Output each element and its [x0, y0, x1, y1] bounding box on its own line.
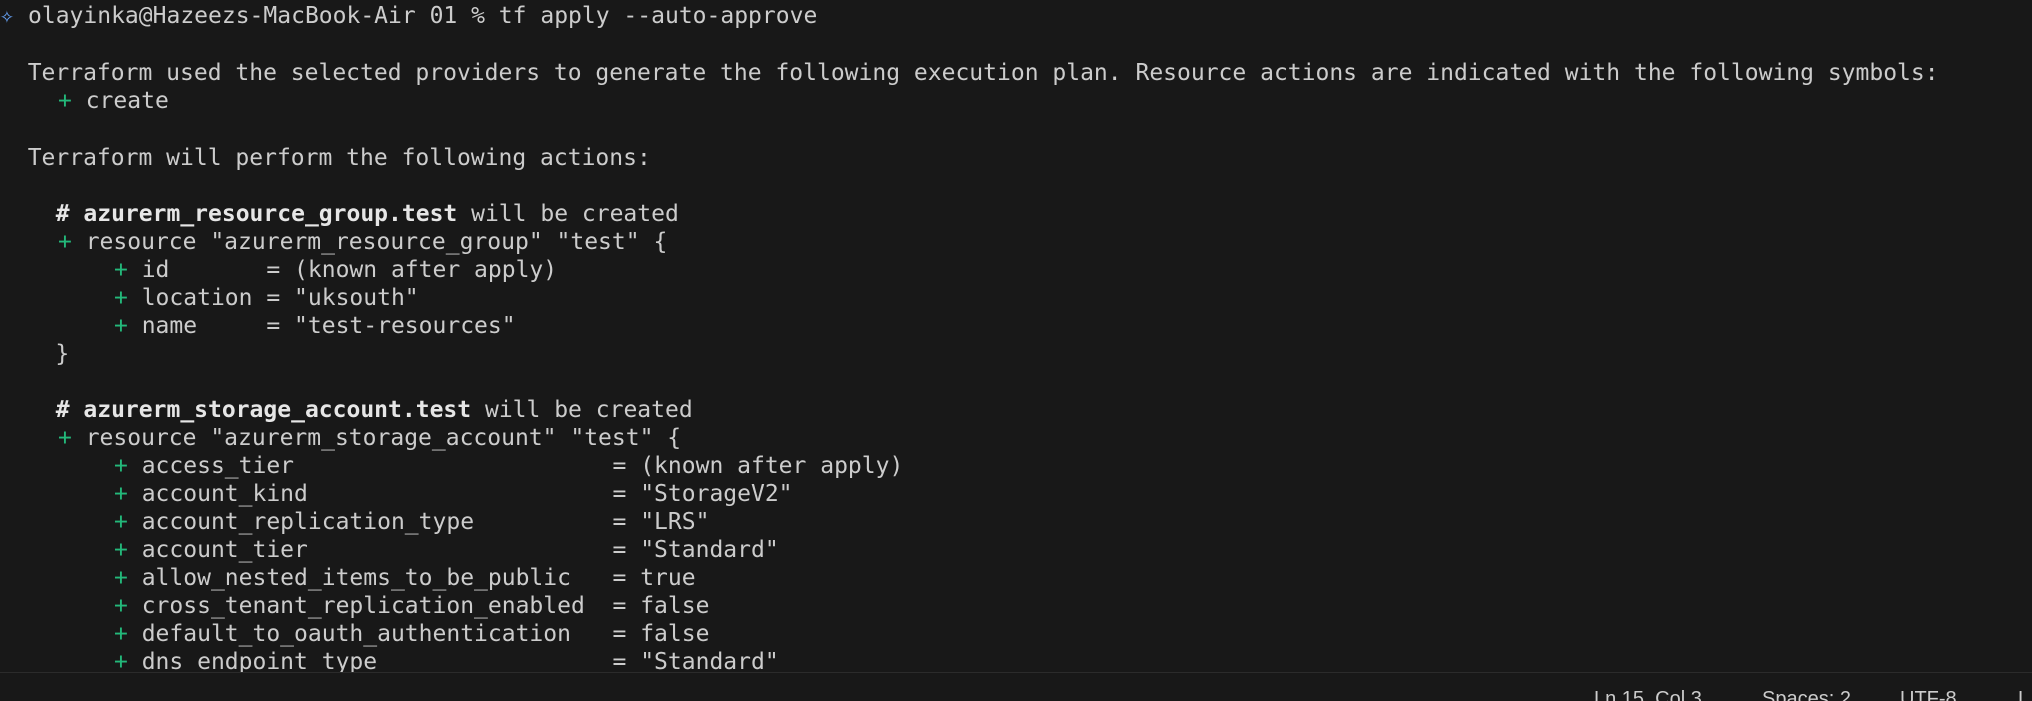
attr-text: account_tier = "Standard"	[127, 537, 779, 563]
resource-address: azurerm_storage_account.test	[83, 397, 472, 423]
rg-attr-row: + location = "uksouth"	[114, 284, 419, 312]
hash-mark: #	[28, 201, 84, 227]
attr-text: id = (known after apply)	[127, 257, 558, 283]
attr-text: access_tier = (known after apply)	[127, 453, 904, 479]
prompt-line: ✧ olayinka@Hazeezs-MacBook-Air 01 % tf ap…	[0, 2, 817, 30]
line-ending-setting[interactable]: L	[2018, 687, 2029, 701]
plus-symbol: +	[114, 565, 128, 591]
plus-symbol: +	[114, 257, 128, 283]
actions-line: Terraform will perform the following act…	[0, 145, 651, 171]
sa-attr-row: + access_tier = (known after apply)	[114, 452, 903, 480]
plus-symbol: +	[114, 593, 128, 619]
sparkle-icon: ✧	[0, 3, 14, 29]
indentation-setting[interactable]: Spaces: 2	[1762, 687, 1851, 701]
rg-header: + resource "azurerm_resource_group" "tes…	[58, 228, 667, 256]
sa-attr-row: + cross_tenant_replication_enabled = fal…	[114, 592, 709, 620]
sa-attr-row: + allow_nested_items_to_be_public = true	[114, 564, 696, 592]
resource-header: resource "azurerm_storage_account" "test…	[71, 425, 682, 451]
sa-attr-row: + account_replication_type = "LRS"	[114, 508, 709, 536]
attr-text: dns_endpoint_type = "Standard"	[127, 649, 779, 672]
status-bar: Ln 15, Col 3 Spaces: 2 UTF-8 L	[0, 672, 2032, 701]
create-label: create	[71, 88, 169, 114]
attr-text: location = "uksouth"	[127, 285, 419, 311]
resource-address: azurerm_resource_group.test	[83, 201, 458, 227]
attr-text: account_kind = "StorageV2"	[127, 481, 793, 507]
encoding-setting[interactable]: UTF-8	[1900, 687, 1957, 701]
attr-text: cross_tenant_replication_enabled = false	[127, 593, 710, 619]
resource-status: will be created	[457, 201, 679, 227]
rg-attr-row: + name = "test-resources"	[114, 312, 516, 340]
attr-text: default_to_oauth_authentication = false	[127, 621, 710, 647]
sa-attr-row: + account_kind = "StorageV2"	[114, 480, 793, 508]
plus-symbol: +	[114, 509, 128, 535]
plus-symbol: +	[58, 425, 72, 451]
attr-text: allow_nested_items_to_be_public = true	[127, 565, 696, 591]
plus-symbol: +	[114, 649, 128, 672]
sa-comment: # azurerm_storage_account.test will be c…	[28, 396, 693, 424]
cursor-position[interactable]: Ln 15, Col 3	[1594, 687, 1702, 701]
attr-text: account_replication_type = "LRS"	[127, 509, 710, 535]
sa-attr-row: + dns_endpoint_type = "Standard"	[114, 648, 779, 672]
plus-symbol: +	[114, 537, 128, 563]
prompt-command: olayinka@Hazeezs-MacBook-Air 01 % tf app…	[28, 3, 818, 29]
plus-symbol: +	[58, 229, 72, 255]
plus-symbol: +	[58, 88, 72, 114]
plus-symbol: +	[114, 481, 128, 507]
resource-header: resource "azurerm_resource_group" "test"…	[71, 229, 668, 255]
sa-attr-row: + account_tier = "Standard"	[114, 536, 779, 564]
terminal-panel[interactable]: ✧ olayinka@Hazeezs-MacBook-Air 01 % tf ap…	[0, 0, 2032, 672]
plus-symbol: +	[114, 621, 128, 647]
sa-header: + resource "azurerm_storage_account" "te…	[58, 424, 681, 452]
rg-comment: # azurerm_resource_group.test will be cr…	[28, 200, 679, 228]
plus-symbol: +	[114, 285, 128, 311]
plus-symbol: +	[114, 313, 128, 339]
create-legend: + create	[58, 87, 169, 115]
plus-symbol: +	[114, 453, 128, 479]
rg-close-brace: }	[0, 341, 70, 367]
rg-attr-row: + id = (known after apply)	[114, 256, 557, 284]
intro-line: Terraform used the selected providers to…	[0, 60, 1939, 86]
attr-text: name = "test-resources"	[127, 313, 516, 339]
resource-status: will be created	[471, 397, 693, 423]
hash-mark: #	[28, 397, 84, 423]
sa-attr-row: + default_to_oauth_authentication = fals…	[114, 620, 709, 648]
